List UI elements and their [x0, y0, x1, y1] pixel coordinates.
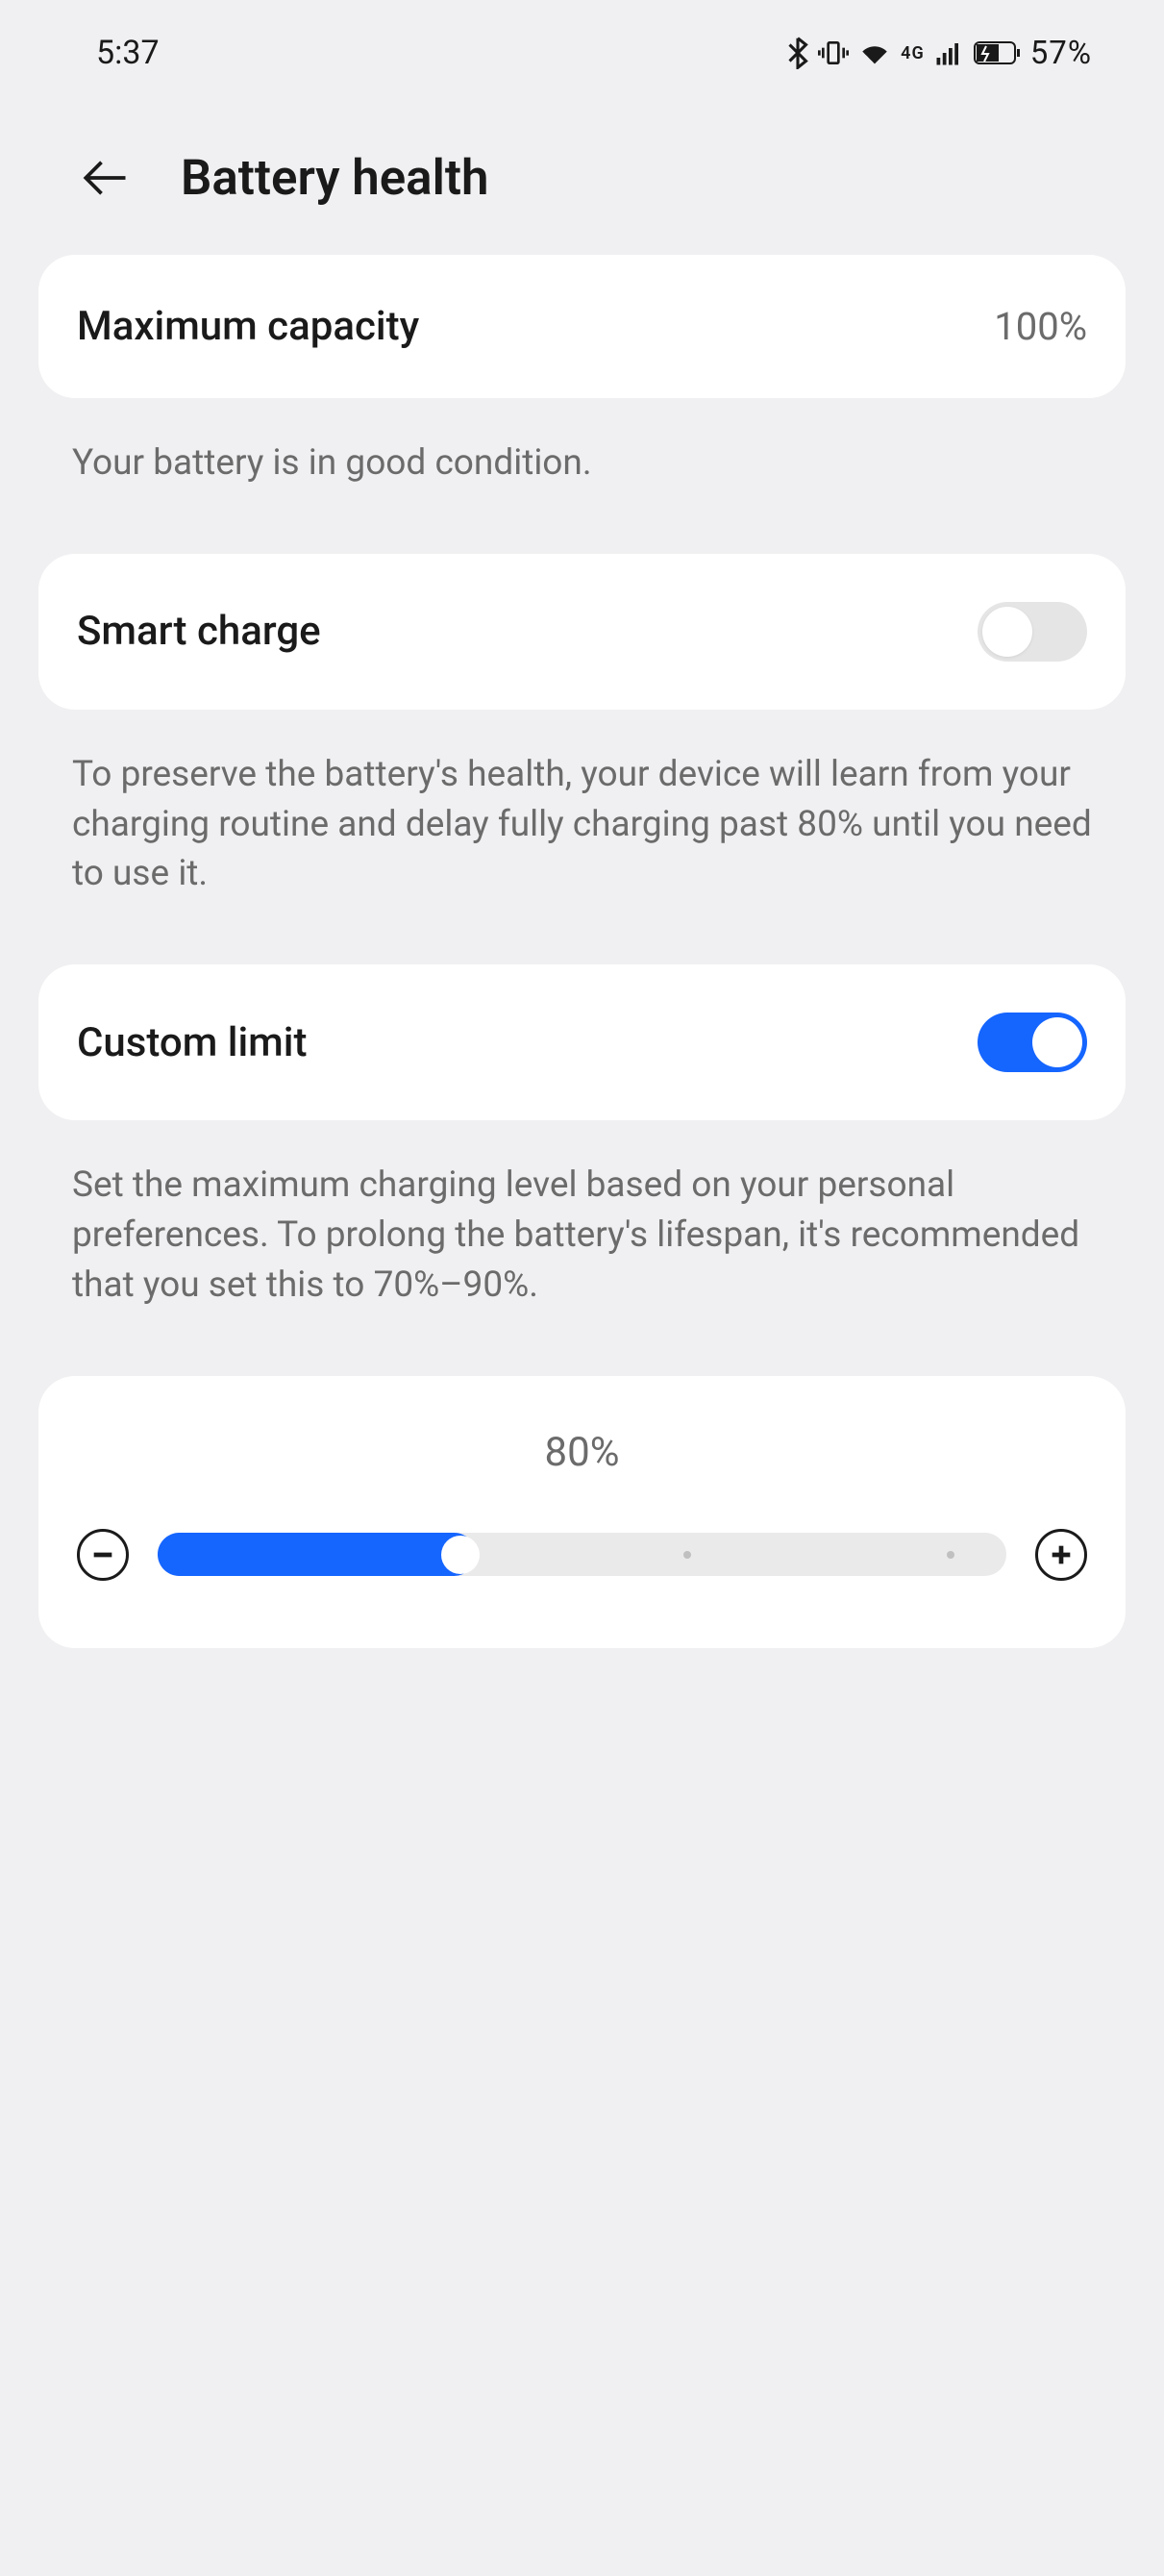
- wifi-icon: [858, 37, 891, 69]
- smart-charge-toggle[interactable]: [978, 602, 1087, 662]
- max-capacity-description: Your battery is in good condition.: [0, 398, 1164, 508]
- slider-tick: [947, 1551, 954, 1559]
- status-bar: 5:37 4G 57%: [0, 0, 1164, 91]
- smart-charge-description: To preserve the battery's health, your d…: [0, 710, 1164, 918]
- decrease-button[interactable]: [77, 1529, 129, 1581]
- limit-slider[interactable]: [158, 1533, 1006, 1576]
- bluetooth-icon: [787, 37, 808, 69]
- page-header: Battery health: [0, 91, 1164, 255]
- max-capacity-label: Maximum capacity: [77, 303, 419, 350]
- minus-icon: [87, 1539, 118, 1570]
- max-capacity-row[interactable]: Maximum capacity 100%: [77, 303, 1087, 350]
- custom-limit-description: Set the maximum charging level based on …: [0, 1120, 1164, 1329]
- slider-fill: [158, 1533, 476, 1576]
- smart-charge-label: Smart charge: [77, 608, 321, 655]
- vibrate-icon: [818, 38, 849, 68]
- slider-value-label: 80%: [77, 1429, 1087, 1476]
- back-button[interactable]: [75, 149, 133, 207]
- smart-charge-card: Smart charge: [38, 554, 1126, 710]
- increase-button[interactable]: [1035, 1529, 1087, 1581]
- custom-limit-toggle[interactable]: [978, 1013, 1087, 1072]
- page-title: Battery health: [181, 150, 488, 207]
- battery-percent-label: 57%: [1030, 35, 1092, 72]
- network-type-label: 4G: [901, 43, 925, 63]
- smart-charge-row: Smart charge: [77, 602, 1087, 662]
- custom-limit-card: Custom limit: [38, 964, 1126, 1120]
- status-icons: 4G 57%: [787, 35, 1092, 72]
- max-capacity-card: Maximum capacity 100%: [38, 255, 1126, 398]
- slider-controls: [77, 1529, 1087, 1581]
- status-time: 5:37: [96, 34, 160, 72]
- back-arrow-icon: [80, 154, 128, 202]
- slider-tick: [683, 1551, 691, 1559]
- plus-icon: [1046, 1539, 1077, 1570]
- signal-icon: [934, 38, 963, 67]
- battery-icon: [973, 39, 1021, 66]
- custom-limit-label: Custom limit: [77, 1019, 307, 1066]
- slider-thumb[interactable]: [441, 1536, 480, 1574]
- limit-slider-card: 80%: [38, 1376, 1126, 1648]
- custom-limit-row: Custom limit: [77, 1013, 1087, 1072]
- max-capacity-value: 100%: [994, 304, 1087, 349]
